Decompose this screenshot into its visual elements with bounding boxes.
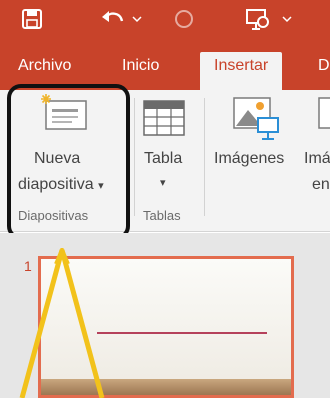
table-dropdown-icon[interactable]: ▾ <box>160 176 166 189</box>
table-label[interactable]: Tabla <box>144 150 182 168</box>
redo-icon[interactable] <box>170 6 198 32</box>
group-separator <box>204 98 205 216</box>
table-icon[interactable] <box>143 100 185 141</box>
group-separator <box>134 98 135 216</box>
tab-insertar[interactable]: Insertar <box>200 52 283 90</box>
save-icon[interactable] <box>18 6 46 32</box>
online-pictures-icon[interactable] <box>318 96 330 137</box>
pictures-label[interactable]: Imágenes <box>214 150 284 168</box>
undo-icon[interactable] <box>98 6 128 32</box>
tab-diseno[interactable]: D <box>318 52 330 90</box>
group-label-tablas: Tablas <box>143 208 181 223</box>
pictures-icon[interactable] <box>232 96 282 147</box>
title-bar <box>0 0 330 38</box>
highlight-annotation <box>7 84 130 240</box>
ribbon-tabs: Archivo Inicio Insertar D <box>0 38 330 90</box>
qat-customize-icon[interactable] <box>280 6 294 32</box>
annotation-arrow-icon <box>19 248 105 398</box>
undo-dropdown-icon[interactable] <box>130 6 144 32</box>
online-pictures-label[interactable]: Imá <box>304 150 330 168</box>
online-pictures-label-line2[interactable]: en <box>312 176 330 194</box>
presentation-start-icon[interactable] <box>242 6 274 32</box>
tab-inicio[interactable]: Inicio <box>122 52 159 90</box>
